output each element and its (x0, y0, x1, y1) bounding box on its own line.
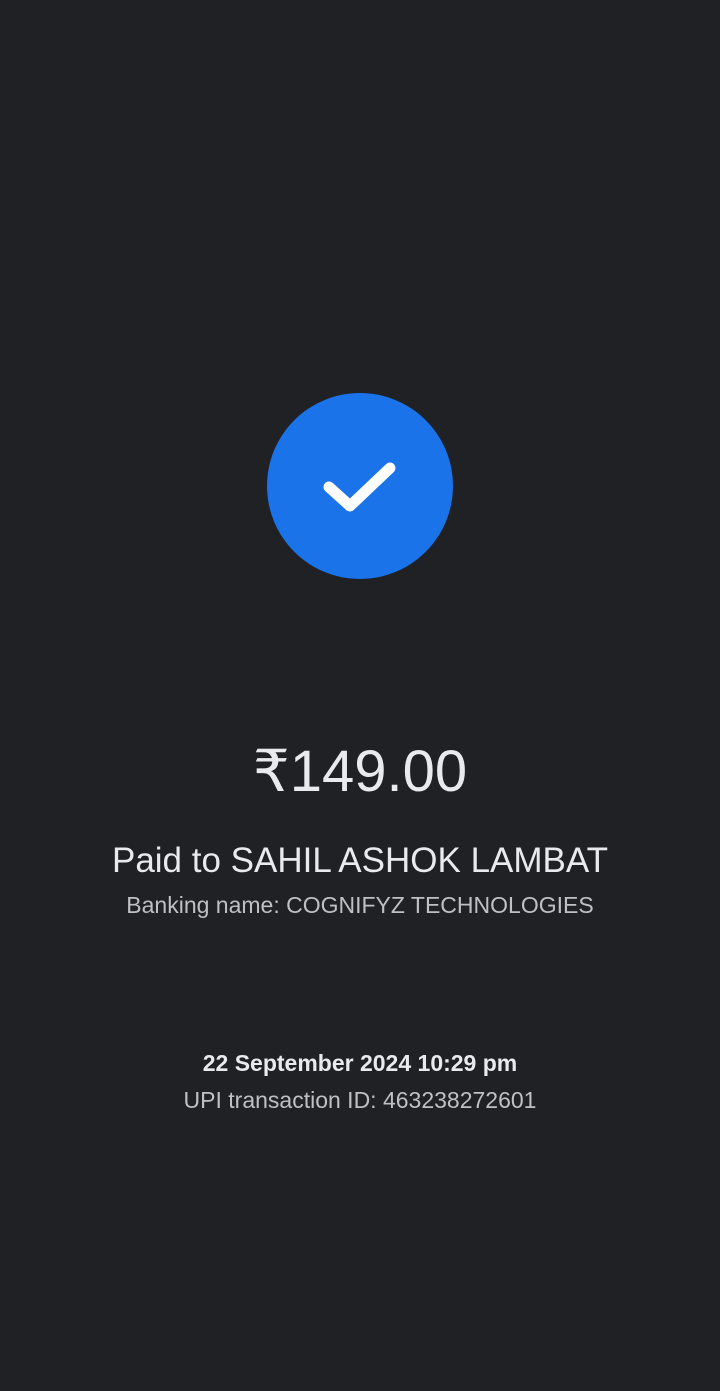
payment-amount: ₹149.00 (252, 739, 468, 804)
check-icon (315, 441, 405, 531)
success-badge (267, 393, 453, 579)
upi-transaction-id: UPI transaction ID: 463238272601 (183, 1087, 537, 1113)
transaction-datetime: 22 September 2024 10:29 pm (202, 1050, 518, 1076)
payee-name: Paid to SAHIL ASHOK LAMBAT (111, 841, 609, 880)
banking-name: Banking name: COGNIFYZ TECHNOLOGIES (126, 892, 594, 918)
payment-success-screen: ₹149.00 Paid to SAHIL ASHOK LAMBAT Banki… (0, 0, 720, 1391)
